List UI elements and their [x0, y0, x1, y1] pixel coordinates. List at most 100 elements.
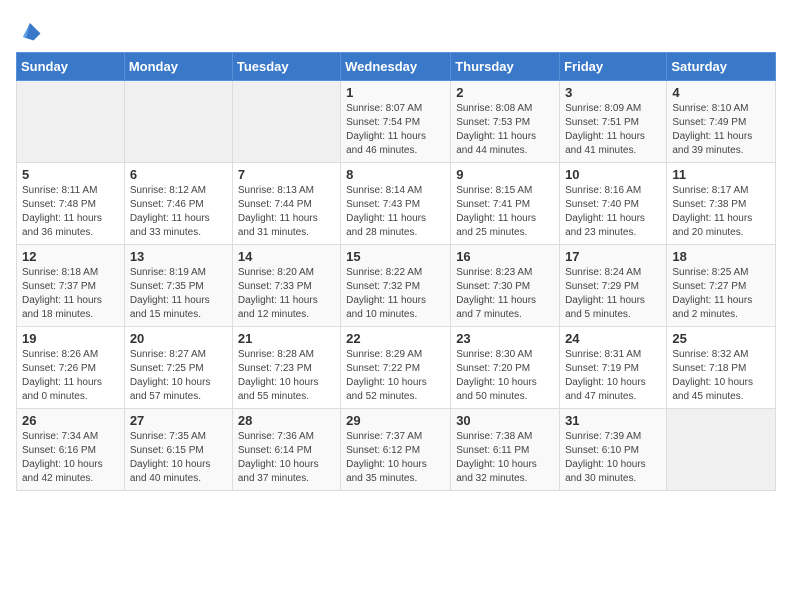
header-monday: Monday: [124, 53, 232, 81]
day-info: Sunrise: 8:07 AM Sunset: 7:54 PM Dayligh…: [346, 102, 445, 158]
day-info: Sunrise: 8:14 AM Sunset: 7:43 PM Dayligh…: [346, 184, 445, 240]
day-number: 3: [565, 85, 661, 100]
calendar-table: SundayMondayTuesdayWednesdayThursdayFrid…: [16, 52, 776, 491]
calendar-cell: 30 Sunrise: 7:38 AM Sunset: 6:11 PM Dayli…: [451, 409, 560, 491]
header-tuesday: Tuesday: [232, 53, 340, 81]
day-number: 25: [672, 331, 770, 346]
day-info: Sunrise: 8:25 AM Sunset: 7:27 PM Dayligh…: [672, 266, 770, 322]
day-number: 14: [238, 249, 335, 264]
calendar-cell: 15 Sunrise: 8:22 AM Sunset: 7:32 PM Dayli…: [341, 245, 451, 327]
day-number: 6: [130, 167, 227, 182]
header-thursday: Thursday: [451, 53, 560, 81]
day-info: Sunrise: 8:20 AM Sunset: 7:33 PM Dayligh…: [238, 266, 335, 322]
calendar-cell: 16 Sunrise: 8:23 AM Sunset: 7:30 PM Dayli…: [451, 245, 560, 327]
day-number: 30: [456, 413, 554, 428]
day-info: Sunrise: 8:17 AM Sunset: 7:38 PM Dayligh…: [672, 184, 770, 240]
day-number: 7: [238, 167, 335, 182]
day-info: Sunrise: 8:10 AM Sunset: 7:49 PM Dayligh…: [672, 102, 770, 158]
day-number: 1: [346, 85, 445, 100]
day-number: 31: [565, 413, 661, 428]
header-sunday: Sunday: [17, 53, 125, 81]
day-number: 15: [346, 249, 445, 264]
day-info: Sunrise: 8:32 AM Sunset: 7:18 PM Dayligh…: [672, 348, 770, 404]
calendar-cell: 2 Sunrise: 8:08 AM Sunset: 7:53 PM Daylig…: [451, 81, 560, 163]
calendar-week-2: 5Sunrise: 8:11 AM Sunset: 7:48 PM Daylig…: [17, 163, 776, 245]
day-info: Sunrise: 8:19 AM Sunset: 7:35 PM Dayligh…: [130, 266, 227, 322]
calendar-cell: 4 Sunrise: 8:10 AM Sunset: 7:49 PM Daylig…: [667, 81, 776, 163]
day-info: Sunrise: 7:34 AM Sunset: 6:16 PM Dayligh…: [22, 430, 119, 486]
header-wednesday: Wednesday: [341, 53, 451, 81]
calendar-cell: 18 Sunrise: 8:25 AM Sunset: 7:27 PM Dayli…: [667, 245, 776, 327]
day-number: 27: [130, 413, 227, 428]
day-info: Sunrise: 8:15 AM Sunset: 7:41 PM Dayligh…: [456, 184, 554, 240]
day-number: 12: [22, 249, 119, 264]
day-info: Sunrise: 8:12 AM Sunset: 7:46 PM Dayligh…: [130, 184, 227, 240]
day-info: Sunrise: 8:27 AM Sunset: 7:25 PM Dayligh…: [130, 348, 227, 404]
calendar-week-3: 12 Sunrise: 8:18 AM Sunset: 7:37 PM Dayli…: [17, 245, 776, 327]
header-saturday: Saturday: [667, 53, 776, 81]
day-info: Sunrise: 8:13 AM Sunset: 7:44 PM Dayligh…: [238, 184, 335, 240]
calendar-cell: [667, 409, 776, 491]
day-info: Sunrise: 7:37 AM Sunset: 6:12 PM Dayligh…: [346, 430, 445, 486]
calendar-cell: [232, 81, 340, 163]
calendar-cell: 10 Sunrise: 8:16 AM Sunset: 7:40 PM Dayli…: [560, 163, 667, 245]
calendar-cell: 5Sunrise: 8:11 AM Sunset: 7:48 PM Daylig…: [17, 163, 125, 245]
calendar-cell: 22Sunrise: 8:29 AM Sunset: 7:22 PM Dayli…: [341, 327, 451, 409]
calendar-cell: 13 Sunrise: 8:19 AM Sunset: 7:35 PM Dayli…: [124, 245, 232, 327]
day-info: Sunrise: 8:16 AM Sunset: 7:40 PM Dayligh…: [565, 184, 661, 240]
day-number: 18: [672, 249, 770, 264]
day-number: 19: [22, 331, 119, 346]
calendar-cell: 20 Sunrise: 8:27 AM Sunset: 7:25 PM Dayli…: [124, 327, 232, 409]
calendar-week-1: 1 Sunrise: 8:07 AM Sunset: 7:54 PM Daylig…: [17, 81, 776, 163]
calendar-cell: 28 Sunrise: 7:36 AM Sunset: 6:14 PM Dayli…: [232, 409, 340, 491]
day-number: 23: [456, 331, 554, 346]
day-info: Sunrise: 8:23 AM Sunset: 7:30 PM Dayligh…: [456, 266, 554, 322]
calendar-cell: 9 Sunrise: 8:15 AM Sunset: 7:41 PM Daylig…: [451, 163, 560, 245]
day-number: 28: [238, 413, 335, 428]
page-header: [16, 16, 776, 44]
calendar-cell: 31 Sunrise: 7:39 AM Sunset: 6:10 PM Dayli…: [560, 409, 667, 491]
day-info: Sunrise: 7:36 AM Sunset: 6:14 PM Dayligh…: [238, 430, 335, 486]
day-number: 4: [672, 85, 770, 100]
day-number: 22: [346, 331, 445, 346]
calendar-cell: 7 Sunrise: 8:13 AM Sunset: 7:44 PM Daylig…: [232, 163, 340, 245]
calendar-cell: 12 Sunrise: 8:18 AM Sunset: 7:37 PM Dayli…: [17, 245, 125, 327]
calendar-cell: 6 Sunrise: 8:12 AM Sunset: 7:46 PM Daylig…: [124, 163, 232, 245]
day-info: Sunrise: 8:11 AM Sunset: 7:48 PM Dayligh…: [22, 184, 119, 240]
calendar-cell: 21 Sunrise: 8:28 AM Sunset: 7:23 PM Dayli…: [232, 327, 340, 409]
day-info: Sunrise: 8:09 AM Sunset: 7:51 PM Dayligh…: [565, 102, 661, 158]
day-number: 16: [456, 249, 554, 264]
calendar-cell: 25 Sunrise: 8:32 AM Sunset: 7:18 PM Dayli…: [667, 327, 776, 409]
calendar-cell: [124, 81, 232, 163]
day-info: Sunrise: 8:08 AM Sunset: 7:53 PM Dayligh…: [456, 102, 554, 158]
calendar-cell: 27 Sunrise: 7:35 AM Sunset: 6:15 PM Dayli…: [124, 409, 232, 491]
calendar-cell: 19 Sunrise: 8:26 AM Sunset: 7:26 PM Dayli…: [17, 327, 125, 409]
day-info: Sunrise: 8:22 AM Sunset: 7:32 PM Dayligh…: [346, 266, 445, 322]
calendar-cell: 14 Sunrise: 8:20 AM Sunset: 7:33 PM Dayli…: [232, 245, 340, 327]
day-info: Sunrise: 7:35 AM Sunset: 6:15 PM Dayligh…: [130, 430, 227, 486]
calendar-cell: 8 Sunrise: 8:14 AM Sunset: 7:43 PM Daylig…: [341, 163, 451, 245]
day-number: 2: [456, 85, 554, 100]
day-number: 20: [130, 331, 227, 346]
day-info: Sunrise: 8:28 AM Sunset: 7:23 PM Dayligh…: [238, 348, 335, 404]
day-info: Sunrise: 8:30 AM Sunset: 7:20 PM Dayligh…: [456, 348, 554, 404]
day-number: 24: [565, 331, 661, 346]
day-info: Sunrise: 7:39 AM Sunset: 6:10 PM Dayligh…: [565, 430, 661, 486]
day-number: 10: [565, 167, 661, 182]
day-number: 9: [456, 167, 554, 182]
logo-icon: [16, 16, 44, 44]
calendar-cell: 29 Sunrise: 7:37 AM Sunset: 6:12 PM Dayli…: [341, 409, 451, 491]
calendar-cell: 11 Sunrise: 8:17 AM Sunset: 7:38 PM Dayli…: [667, 163, 776, 245]
day-info: Sunrise: 7:38 AM Sunset: 6:11 PM Dayligh…: [456, 430, 554, 486]
calendar-cell: 3 Sunrise: 8:09 AM Sunset: 7:51 PM Daylig…: [560, 81, 667, 163]
day-number: 17: [565, 249, 661, 264]
calendar-cell: 23 Sunrise: 8:30 AM Sunset: 7:20 PM Dayli…: [451, 327, 560, 409]
day-number: 13: [130, 249, 227, 264]
day-number: 11: [672, 167, 770, 182]
day-info: Sunrise: 8:26 AM Sunset: 7:26 PM Dayligh…: [22, 348, 119, 404]
day-info: Sunrise: 8:24 AM Sunset: 7:29 PM Dayligh…: [565, 266, 661, 322]
day-number: 8: [346, 167, 445, 182]
day-number: 21: [238, 331, 335, 346]
day-info: Sunrise: 8:18 AM Sunset: 7:37 PM Dayligh…: [22, 266, 119, 322]
day-number: 29: [346, 413, 445, 428]
